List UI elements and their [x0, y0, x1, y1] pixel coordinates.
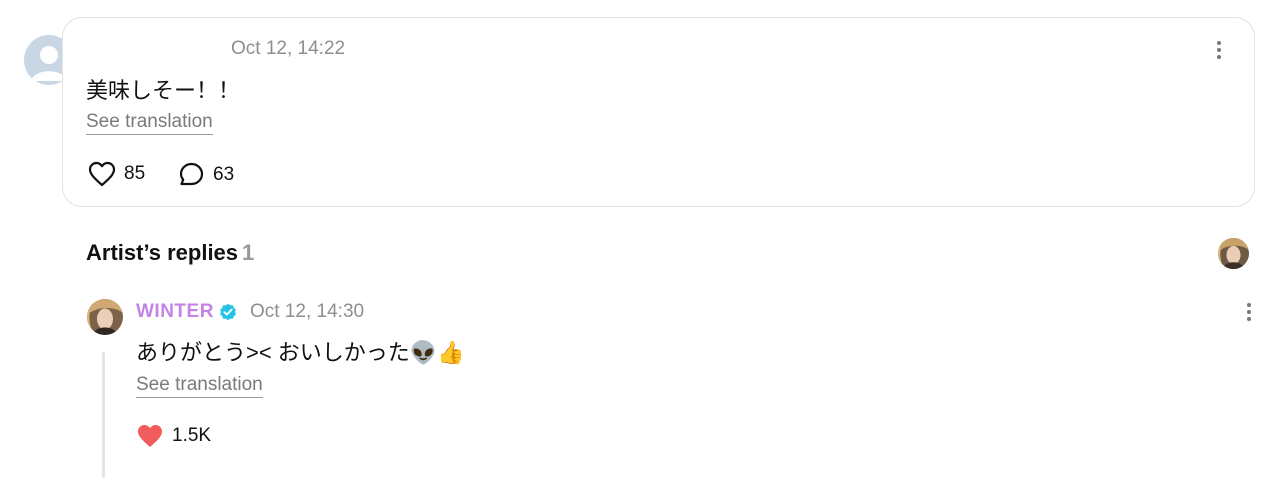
comment-timestamp: Oct 12, 14:22: [231, 38, 346, 59]
artist-photo: [1218, 238, 1249, 269]
reply-like-button[interactable]: 1.5K: [136, 423, 211, 449]
reply-text: ありがとう>< おいしかった👽👍: [136, 340, 465, 365]
heart-outline-icon: [88, 161, 116, 187]
reply-like-count: 1.5K: [172, 425, 212, 446]
artist-replies-title: Artist’s replies: [86, 240, 239, 265]
artist-replies-count: 1: [242, 240, 255, 265]
like-button[interactable]: 85: [88, 161, 145, 187]
comment-bubble-icon: [179, 162, 204, 186]
artist-replies-heading: Artist’s replies 1: [86, 240, 254, 266]
comment-text: 美味しそー！！: [86, 78, 241, 103]
see-translation-link[interactable]: See translation: [86, 110, 213, 135]
comment-card: Oct 12, 14:22 美味しそー！！ See translation 85…: [62, 17, 1255, 207]
reply-count: 63: [213, 163, 235, 185]
reply-button[interactable]: 63: [178, 161, 234, 188]
heart-filled-icon: [138, 425, 162, 447]
thread-line: [102, 352, 105, 478]
kebab-menu-icon[interactable]: [1243, 301, 1255, 325]
artist-photo: [87, 299, 123, 335]
verified-badge-icon: [220, 303, 236, 321]
artist-avatar-small[interactable]: [1218, 238, 1249, 269]
kebab-menu-icon[interactable]: [1213, 39, 1225, 63]
see-translation-link[interactable]: See translation: [136, 373, 263, 398]
artist-avatar[interactable]: [87, 299, 123, 335]
artist-name[interactable]: WINTER: [136, 301, 214, 323]
like-count: 85: [124, 163, 146, 184]
reply-timestamp: Oct 12, 14:30: [250, 301, 365, 322]
